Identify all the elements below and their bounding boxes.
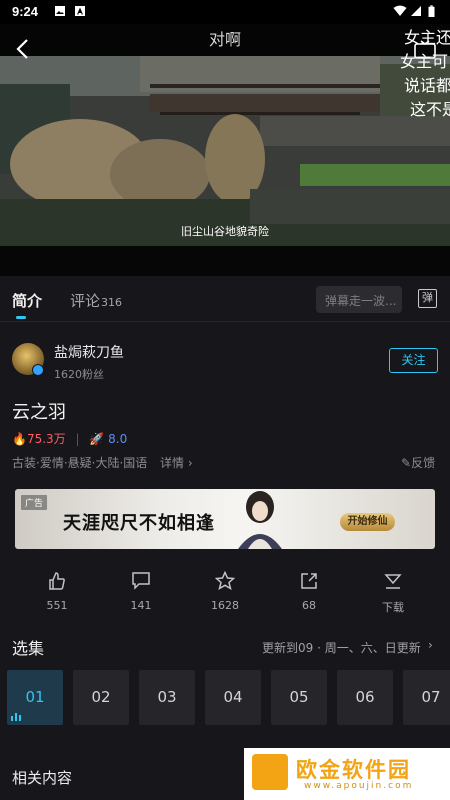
video-subtitle: 旧尘山谷地貌奇险 [181,225,269,238]
episode-02[interactable]: 02 [73,670,129,725]
episode-01[interactable]: 01 [7,670,63,725]
share-count: 68 [302,599,316,612]
detail-tabs: 简介 评论316 弹幕走一波... 弹 [0,276,450,322]
ad-start-button[interactable]: 开始修仙 [340,513,395,531]
chevron-right-icon[interactable]: › [428,638,433,652]
flame-icon: 🔥 [12,432,27,446]
ad-headline: 天涯咫尺不如相逢 [63,513,215,534]
watermark-text: 欧金软件园 [296,758,411,782]
show-title: 云之羽 [12,402,66,423]
tab-intro[interactable]: 简介 [12,290,42,311]
share-button[interactable]: 68 [279,571,339,612]
episodes-update-note[interactable]: 更新到09 · 周一、六、日更新 [262,639,421,656]
app-root: 9:24 对啊 女主还 女主可 说话都 这不 旧尘山谷地貌奇险 简介 评论316… [0,0,450,800]
detail-link[interactable]: 详情 › [160,454,193,471]
video-title: 对啊 [208,30,241,49]
playing-indicator-icon [11,713,21,721]
danmaku-toggle-button[interactable]: 弹 [418,289,437,308]
edit-icon: ✎ [401,456,412,470]
app-notification-icon [75,6,85,16]
favorite-button[interactable]: 1628 [195,571,255,612]
download-icon [384,574,402,589]
thumbs-up-icon [49,572,65,590]
favorite-count: 1628 [211,599,239,612]
episode-number: 04 [223,688,243,706]
episode-number: 07 [421,688,441,706]
stats-divider: | [75,432,80,446]
episode-03[interactable]: 03 [139,670,195,725]
like-button[interactable]: 551 [27,571,87,612]
episodes-title: 选集 [12,639,45,658]
battery-icon [428,5,435,17]
tab-indicator [16,316,26,319]
feedback-label: 反馈 [411,456,436,470]
tab-comments-count: 316 [101,296,123,309]
status-time: 9:24 [12,4,39,19]
episode-05[interactable]: 05 [271,670,327,725]
watermark: 欧金软件园 www.apoujin.com [244,748,450,800]
tv-cast-icon[interactable] [414,40,436,60]
episode-04[interactable]: 04 [205,670,261,725]
comment-count: 141 [130,599,152,612]
ad-banner[interactable]: 广告 天涯咫尺不如相逢 开始修仙 [15,489,435,549]
download-button[interactable]: 下载 [363,571,423,615]
episode-number: 03 [157,688,177,706]
tab-comments[interactable]: 评论316 [70,290,122,311]
danmaku-comment: 说话都 [404,76,450,95]
verified-badge-icon [32,364,44,376]
detail-label: 详情 [160,456,185,470]
watermark-url: www.apoujin.com [304,781,414,791]
episode-07[interactable]: 07 [403,670,450,725]
tab-comments-label: 评论 [70,292,101,310]
danmaku-comment: 这不是 [410,100,450,119]
episode-list: 01 02 03 04 05 06 07 [7,670,450,725]
share-icon [301,573,317,589]
comment-button[interactable]: 141 [111,571,171,612]
star-icon [215,571,235,591]
related-title: 相关内容 [12,769,73,787]
episode-number: 02 [91,688,111,706]
show-tags: 古装·爱情·悬疑·大陆·国语 [12,456,148,470]
feedback-link[interactable]: ✎反馈 [401,454,435,471]
uploader-name[interactable]: 盐焗萩刀鱼 [54,342,124,362]
fans-count: 1620粉丝 [54,368,104,381]
ad-character-image [238,491,282,549]
episode-number: 06 [355,688,375,706]
score-value: 8.0 [108,432,128,446]
like-count: 551 [46,599,68,612]
rocket-icon: 🚀 [89,432,105,446]
heat-value: 75.3万 [26,432,66,446]
signal-icon [411,6,421,16]
status-bar: 9:24 [0,0,450,24]
comment-icon [132,572,150,590]
image-notification-icon [55,6,65,16]
download-label: 下载 [382,601,404,614]
back-arrow-icon[interactable] [15,38,31,60]
follow-button[interactable]: 关注 [389,348,438,373]
episode-number: 05 [289,688,309,706]
danmaku-input[interactable]: 弹幕走一波... [316,286,402,313]
watermark-logo-icon [252,754,288,790]
chevron-right-icon: › [187,456,193,470]
wifi-icon [393,5,407,16]
episode-number: 01 [25,688,45,706]
show-stats: 🔥75.3万 | 🚀 8.0 [12,430,127,447]
ad-tag: 广告 [20,494,49,511]
episode-06[interactable]: 06 [337,670,393,725]
video-player[interactable]: 对啊 女主还 女主可 说话都 这不是 旧尘山谷地貌奇险 [0,24,450,276]
